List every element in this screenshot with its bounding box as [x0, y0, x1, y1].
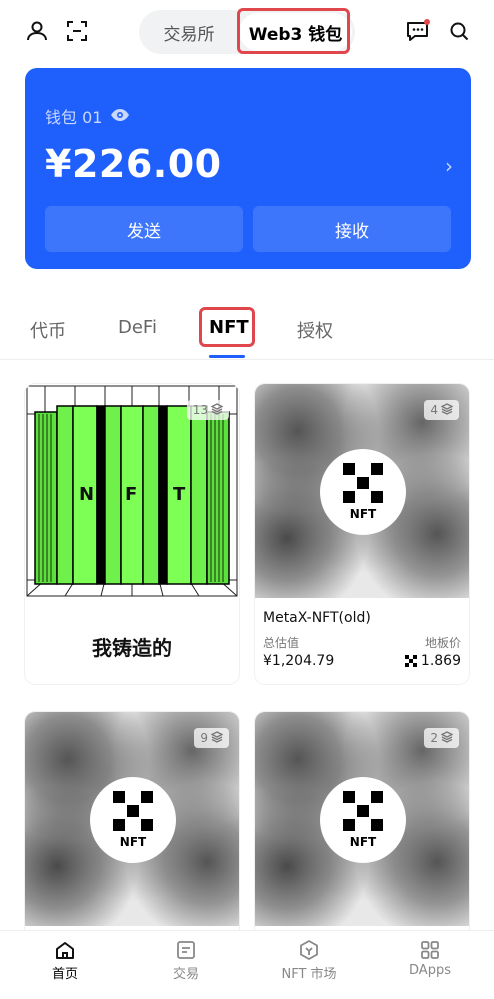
- highlight-box: [237, 8, 350, 54]
- layers-icon: [210, 402, 224, 418]
- item-count: 2: [430, 731, 438, 745]
- tab-approvals[interactable]: 授权: [297, 317, 333, 343]
- okx-logo-icon: [404, 655, 417, 667]
- nav-home-label: 首页: [51, 967, 78, 982]
- item-count: 13: [192, 403, 208, 417]
- trade-icon: [177, 941, 195, 959]
- floor-price-row: 1.869: [404, 653, 461, 669]
- highlight-box: [199, 307, 255, 347]
- item-count-badge: 2: [424, 728, 459, 748]
- nft-logo-text: NFT: [349, 835, 377, 849]
- nft-logo: NFT: [320, 449, 406, 535]
- scan-icon[interactable]: [64, 18, 90, 44]
- nft-logo: NFT: [320, 777, 406, 863]
- profile-icon[interactable]: [24, 18, 50, 44]
- home-icon: [56, 942, 74, 959]
- send-button[interactable]: 发送: [45, 206, 243, 252]
- nav-home[interactable]: 首页: [10, 939, 120, 982]
- nav-nft-market[interactable]: NFT 市场: [254, 939, 364, 982]
- nft-logo: NFT: [90, 777, 176, 863]
- nav-dapps-label: DApps: [409, 963, 451, 978]
- search-icon[interactable]: [446, 18, 472, 44]
- layers-icon: [440, 402, 454, 418]
- item-count: 9: [200, 731, 208, 745]
- dapps-icon: [421, 941, 439, 959]
- collection-title: MetaX-NFT(old): [263, 610, 371, 626]
- item-count-badge: 13: [186, 400, 229, 420]
- art-letter: F: [125, 484, 138, 505]
- collection-title: 我铸造的: [92, 636, 172, 660]
- okx-logo-icon: [343, 791, 383, 831]
- nav-trade[interactable]: 交易: [131, 939, 241, 982]
- bottom-nav: 首页 交易 NFT 市场 DApps: [0, 930, 494, 999]
- total-value: ¥1,204.79: [263, 653, 335, 669]
- top-bar: 交易所 Web3 钱包: [0, 0, 494, 64]
- exchange-tab[interactable]: 交易所: [139, 10, 239, 54]
- wallet-name: 钱包 01: [45, 108, 103, 127]
- wallet-balance: ¥226.00: [45, 142, 222, 186]
- item-count: 4: [430, 403, 438, 417]
- messages-icon[interactable]: [405, 18, 431, 44]
- layers-icon: [440, 730, 454, 746]
- wallet-name-row: 钱包 01: [45, 104, 130, 128]
- total-value-label: 总估值: [263, 636, 300, 650]
- nft-logo-text: NFT: [119, 835, 147, 849]
- nav-dapps[interactable]: DApps: [375, 939, 485, 978]
- item-count-badge: 9: [194, 728, 229, 748]
- nft-collection-card[interactable]: NFT 4 MetaX-NFT(old) 总估值 地板价 ¥1,204.79 1…: [255, 384, 469, 684]
- nft-collection-card[interactable]: NFT 2: [255, 712, 469, 942]
- active-tab-indicator: [209, 355, 245, 358]
- chevron-right-icon[interactable]: ›: [445, 154, 453, 178]
- okx-logo-icon: [343, 463, 383, 503]
- receive-button[interactable]: 接收: [253, 206, 451, 252]
- floor-price: 1.869: [420, 653, 461, 669]
- nft-logo-text: NFT: [349, 507, 377, 521]
- nft-collection-card[interactable]: N F T 13 我铸造的: [25, 384, 239, 684]
- nft-market-icon: [300, 939, 318, 961]
- item-count-badge: 4: [424, 400, 459, 420]
- tab-defi[interactable]: DeFi: [118, 317, 157, 338]
- tab-tokens[interactable]: 代币: [30, 317, 66, 343]
- nav-nft-market-label: NFT 市场: [281, 967, 337, 982]
- nft-collection-card[interactable]: NFT 9: [25, 712, 239, 942]
- okx-logo-icon: [113, 791, 153, 831]
- layers-icon: [210, 730, 224, 746]
- art-letter: N: [79, 484, 95, 505]
- wallet-card[interactable]: 钱包 01 ¥226.00 › 发送 接收: [25, 68, 471, 269]
- floor-price-label: 地板价: [424, 636, 461, 650]
- nav-trade-label: 交易: [172, 967, 199, 982]
- eye-icon[interactable]: [110, 107, 130, 126]
- art-letter: T: [173, 484, 186, 505]
